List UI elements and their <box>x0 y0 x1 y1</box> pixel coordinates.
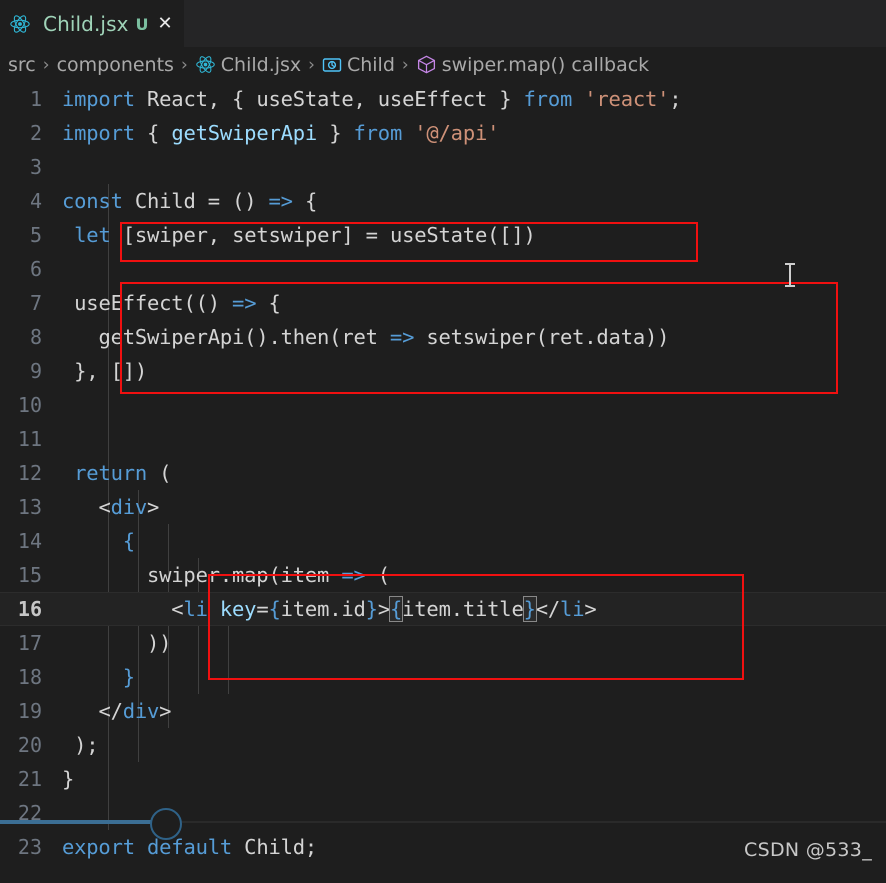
line-number: 5 <box>29 223 42 247</box>
line-number: 8 <box>29 325 42 349</box>
tab-label: Child.jsx <box>43 12 129 36</box>
line-content: useEffect(() => { <box>74 291 281 315</box>
line-number: 15 <box>17 563 42 587</box>
line-number: 21 <box>17 767 42 791</box>
line-number: 19 <box>17 699 42 723</box>
code-line[interactable]: 19 </div> <box>0 694 886 728</box>
code-line[interactable]: 7 useEffect(() => { <box>0 286 886 320</box>
line-number: 3 <box>29 155 42 179</box>
code-line[interactable]: 15 swiper.map(item => ( <box>0 558 886 592</box>
slider-track-remainder <box>166 821 886 823</box>
line-content: const Child = () => { <box>62 189 318 213</box>
code-editor[interactable]: 1 import React, { useState, useEffect } … <box>0 82 886 883</box>
line-content: swiper.map(item => ( <box>147 563 390 587</box>
line-content: </div> <box>98 699 172 723</box>
code-line[interactable]: 6 <box>0 252 886 286</box>
code-line[interactable]: 9 }, []) <box>0 354 886 388</box>
bracket-match-close: } <box>522 596 537 622</box>
line-content: let [swiper, setswiper] = useState([]) <box>74 223 536 247</box>
code-line[interactable]: 11 <box>0 422 886 456</box>
breadcrumb-item-swiper-map-callback[interactable]: swiper.map() callback <box>442 54 649 76</box>
symbol-function-cube-icon <box>416 54 437 75</box>
code-line[interactable]: 20 ); <box>0 728 886 762</box>
code-line[interactable]: 22 <box>0 796 886 830</box>
zoom-slider[interactable] <box>0 808 886 840</box>
line-content: }, []) <box>74 359 148 383</box>
breadcrumb-item-child[interactable]: Child <box>347 54 395 76</box>
line-content: } <box>122 665 135 689</box>
watermark: CSDN @533_ <box>744 839 872 861</box>
line-content: } <box>62 767 75 791</box>
line-number: 7 <box>29 291 42 315</box>
code-line[interactable]: 2 import { getSwiperApi } from '@/api' <box>0 116 886 150</box>
editor-tab-bar: Child.jsx U ✕ <box>0 0 886 47</box>
line-number: 17 <box>17 631 42 655</box>
tab-unsaved-badge: U <box>135 14 149 34</box>
code-line[interactable]: 3 <box>0 150 886 184</box>
code-line[interactable]: 13 <div> <box>0 490 886 524</box>
bracket-match-open: { <box>388 596 404 622</box>
line-content: { <box>122 529 135 553</box>
breadcrumb-separator: › <box>42 54 50 75</box>
line-number: 20 <box>17 733 42 757</box>
line-content: <div> <box>98 495 160 519</box>
line-content: import React, { useState, useEffect } fr… <box>62 87 682 111</box>
tab-child-jsx[interactable]: Child.jsx U ✕ <box>0 0 184 47</box>
line-content: import { getSwiperApi } from '@/api' <box>62 121 500 145</box>
close-icon[interactable]: ✕ <box>158 15 173 33</box>
code-line[interactable]: 5 let [swiper, setswiper] = useState([]) <box>0 218 886 252</box>
line-number: 14 <box>17 529 42 553</box>
line-number: 2 <box>29 121 42 145</box>
breadcrumb-separator: › <box>180 54 188 75</box>
slider-track-filled <box>0 820 166 824</box>
breadcrumb-separator: › <box>308 54 315 75</box>
breadcrumb-item-child-jsx[interactable]: Child.jsx <box>221 54 301 76</box>
code-line[interactable]: 12 return ( <box>0 456 886 490</box>
line-number: 13 <box>17 495 42 519</box>
react-icon <box>195 54 216 75</box>
code-line[interactable]: 18 } <box>0 660 886 694</box>
breadcrumb-separator: › <box>401 54 409 75</box>
slider-handle[interactable] <box>150 808 182 840</box>
line-number: 6 <box>29 257 42 281</box>
code-line-current[interactable]: 16 <li key={item.id}>{item.title}</li> <box>0 592 886 626</box>
line-content: <li key={item.id}>{item.title}</li> <box>171 596 597 622</box>
breadcrumb-item-src[interactable]: src <box>8 54 36 76</box>
line-number: 12 <box>17 461 42 485</box>
line-content: )) <box>147 631 172 655</box>
line-content: export default Child; <box>62 835 318 859</box>
code-line[interactable]: 21 } <box>0 762 886 796</box>
code-line[interactable]: 8 getSwiperApi().then(ret => setswiper(r… <box>0 320 886 354</box>
line-number: 11 <box>17 427 42 451</box>
line-number: 1 <box>29 87 42 111</box>
line-content: return ( <box>74 461 172 485</box>
code-line[interactable]: 10 <box>0 388 886 422</box>
code-line[interactable]: 4 const Child = () => { <box>0 184 886 218</box>
line-number: 10 <box>17 393 42 417</box>
line-number: 4 <box>29 189 42 213</box>
line-number: 16 <box>17 597 42 621</box>
code-line[interactable]: 17 )) <box>0 626 886 660</box>
line-number: 9 <box>29 359 42 383</box>
react-icon <box>9 13 31 35</box>
line-number: 23 <box>17 835 42 859</box>
line-content: ); <box>74 733 99 757</box>
breadcrumb-item-components[interactable]: components <box>57 54 174 76</box>
breadcrumb: src › components › Child.jsx › Child › s… <box>0 47 886 82</box>
code-line[interactable]: 1 import React, { useState, useEffect } … <box>0 82 886 116</box>
symbol-class-icon <box>322 55 342 75</box>
code-line[interactable]: 14 { <box>0 524 886 558</box>
line-content: getSwiperApi().then(ret => setswiper(ret… <box>98 325 670 349</box>
line-number: 18 <box>17 665 42 689</box>
